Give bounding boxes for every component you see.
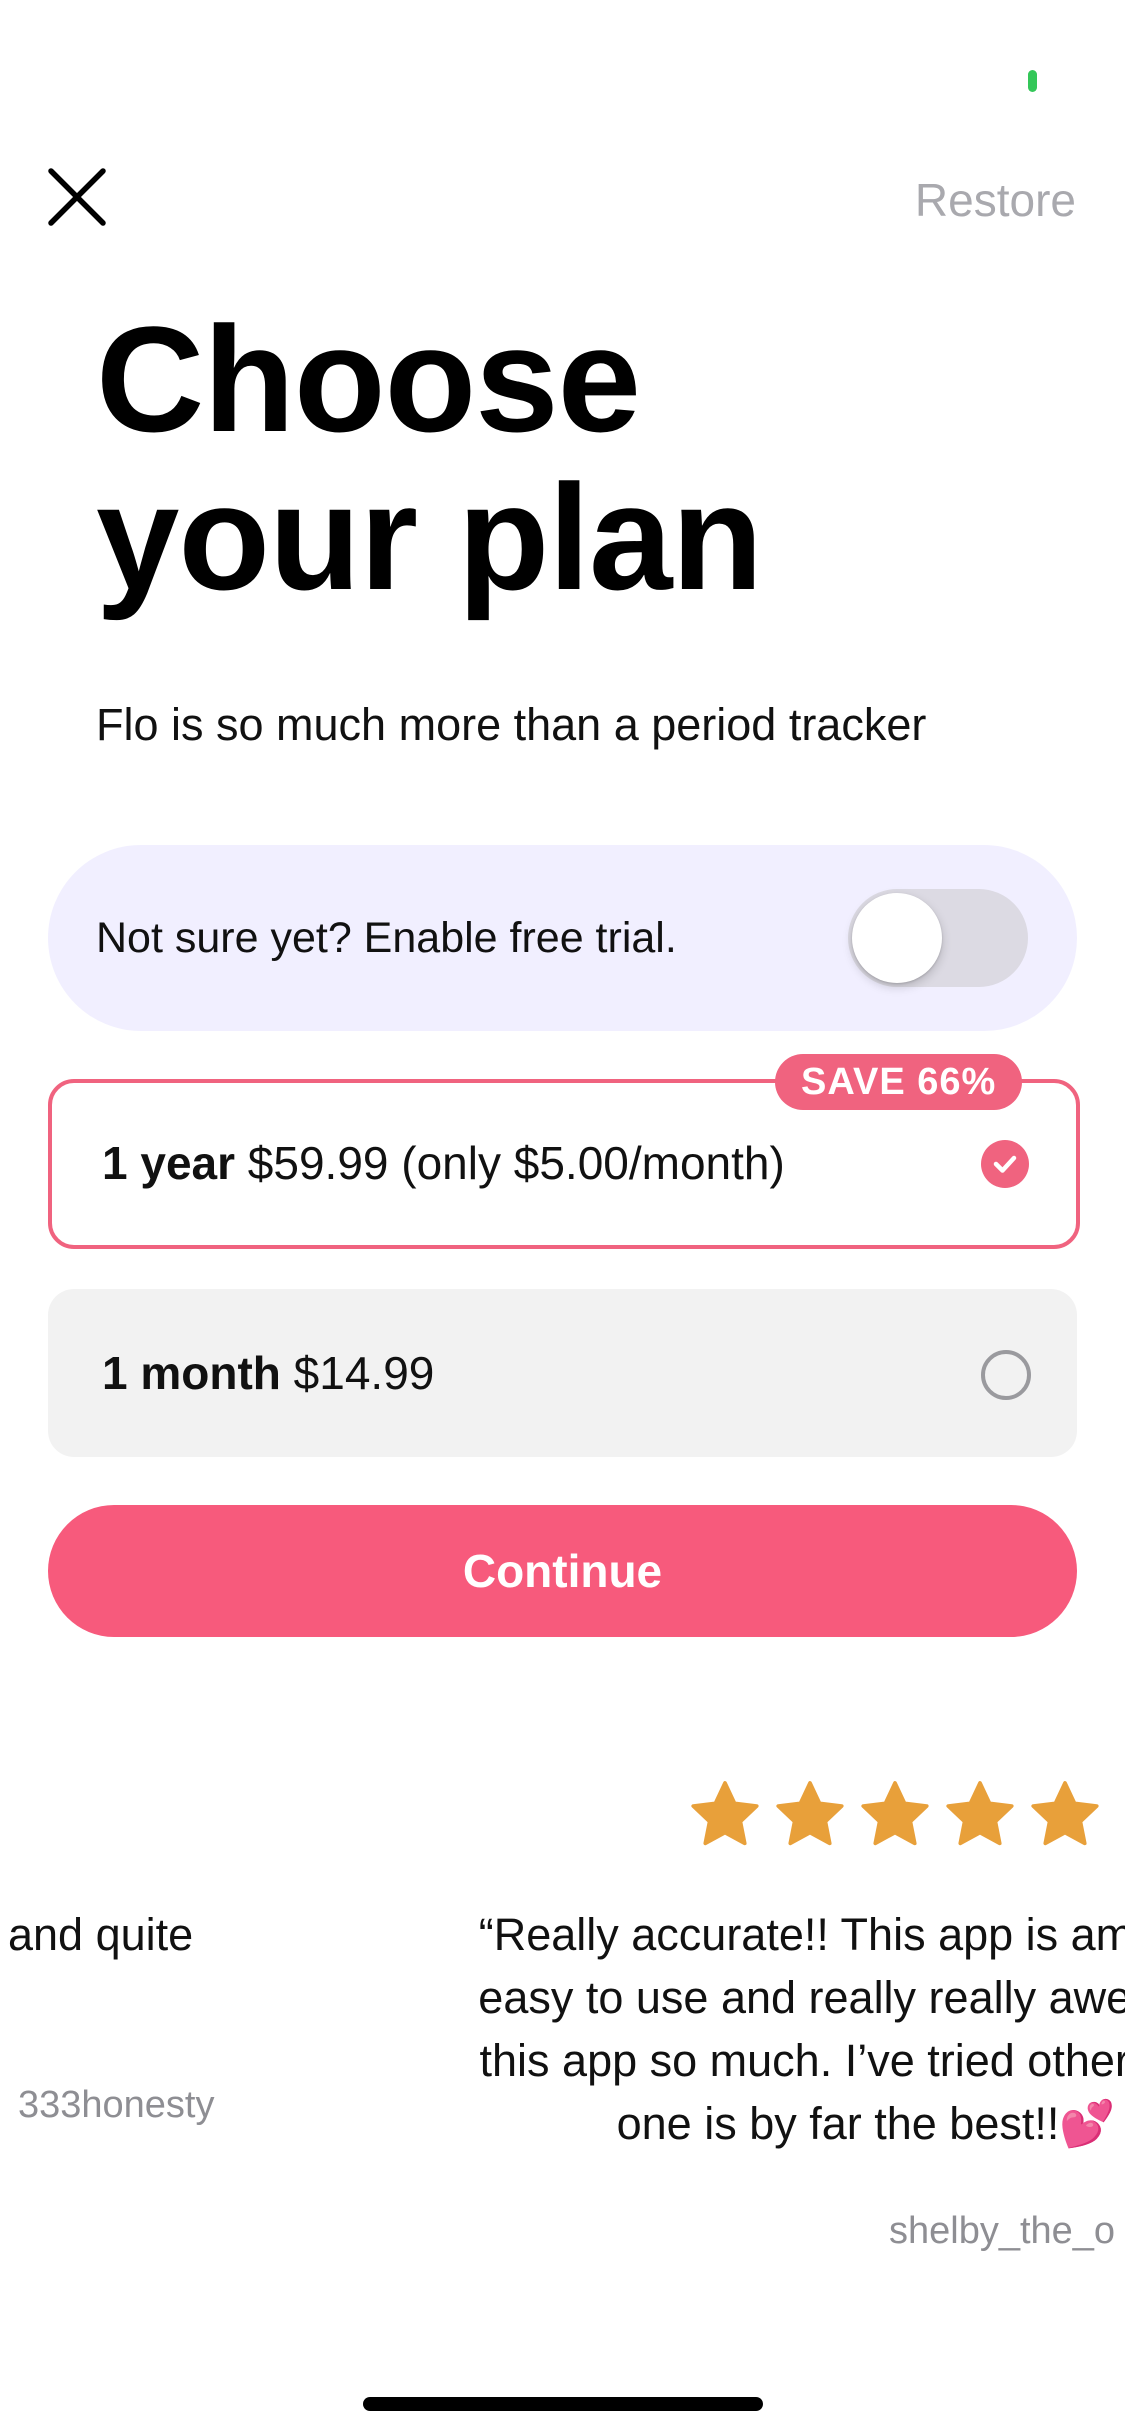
continue-button[interactable]: Continue <box>48 1505 1077 1637</box>
star-icon <box>1031 1781 1099 1846</box>
plan-price: $14.99 <box>293 1347 435 1399</box>
plan-price: $59.99 (only $5.00/month) <box>247 1137 785 1189</box>
review-card[interactable]: “Really accurate!! This app is amazing, … <box>386 1903 1125 2163</box>
restore-button[interactable]: Restore <box>915 170 1076 230</box>
toggle-knob <box>852 893 942 983</box>
unselected-radio-icon <box>981 1350 1031 1400</box>
star-icon <box>946 1781 1014 1846</box>
free-trial-toggle[interactable] <box>848 889 1028 987</box>
star-icon <box>691 1781 759 1846</box>
review-previous-author: 333honesty <box>18 2084 215 2126</box>
page-title-line-1: Choose <box>96 295 641 463</box>
page-subtitle: Flo is so much more than a period tracke… <box>96 699 927 750</box>
close-button[interactable] <box>42 162 112 232</box>
rating-stars <box>688 1778 1102 1852</box>
plan-name: 1 year <box>102 1137 236 1189</box>
free-trial-label: Not sure yet? Enable free trial. <box>96 914 677 962</box>
star-icon <box>861 1781 929 1846</box>
close-icon <box>48 168 106 226</box>
star-icon <box>776 1781 844 1846</box>
page-title: Choose your plan <box>96 300 996 616</box>
home-indicator[interactable] <box>363 2397 763 2411</box>
status-indicator <box>1028 70 1037 92</box>
review-previous-text: and quite <box>8 1909 194 1960</box>
plan-1-month-label: 1 month $14.99 <box>102 1341 434 1405</box>
review-author: shelby_the_o <box>889 2210 1116 2252</box>
plan-name: 1 month <box>102 1347 281 1399</box>
selected-check-icon <box>981 1140 1029 1188</box>
save-badge: SAVE 66% <box>775 1054 1023 1110</box>
plan-1-year-label: 1 year $59.99 (only $5.00/month) <box>102 1131 785 1195</box>
page-title-line-2: your plan <box>96 453 763 621</box>
checkmark-icon <box>993 1155 1017 1173</box>
review-text: “Really accurate!! This app is amazing, … <box>478 1909 1125 2149</box>
